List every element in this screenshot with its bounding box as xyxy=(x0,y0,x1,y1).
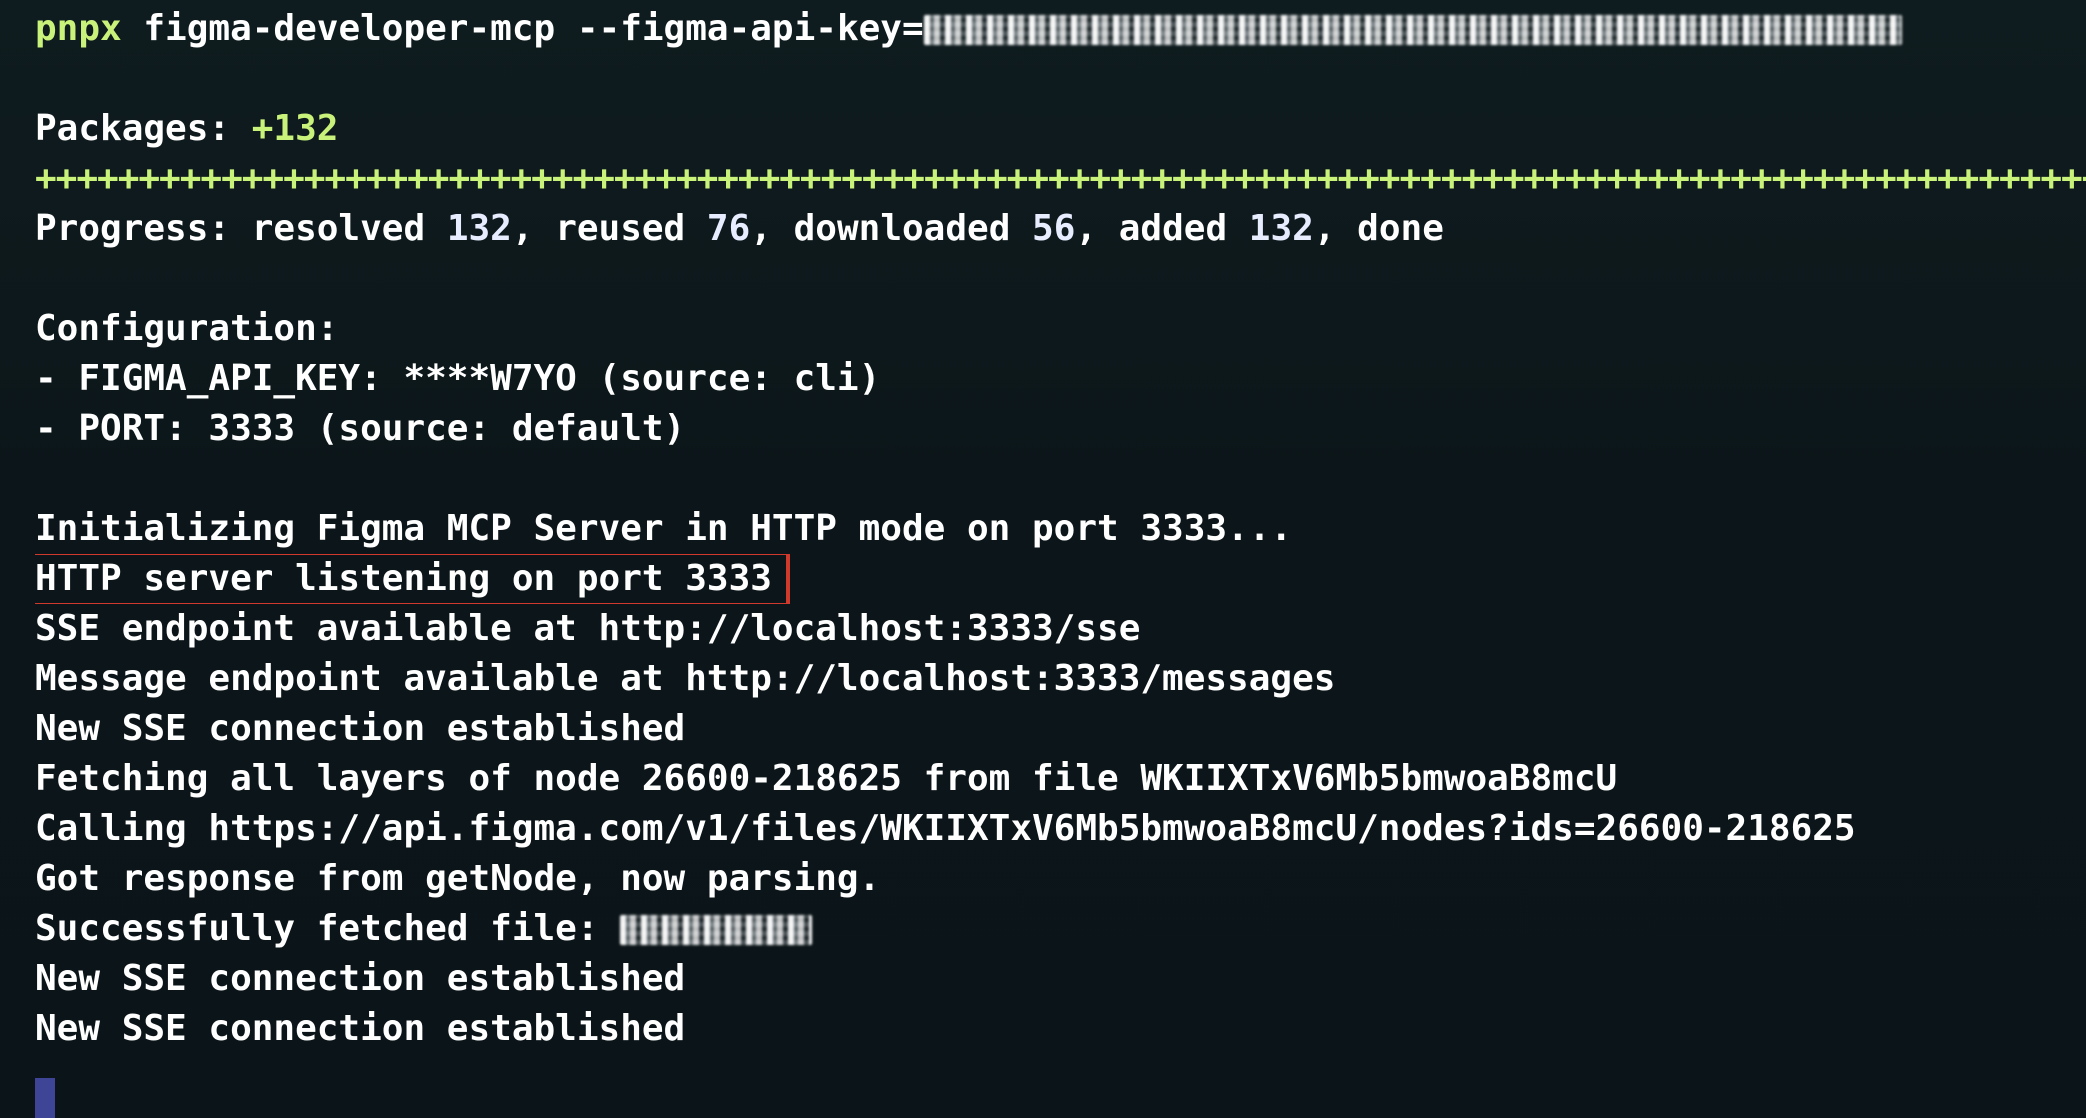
command-line: pnpx figma-developer-mcp --figma-api-key… xyxy=(35,4,2086,54)
log-sse-connection: New SSE connection established xyxy=(35,1008,686,1049)
command-prefix: pnpx xyxy=(35,8,122,49)
redacted-api-key xyxy=(923,15,1902,45)
configuration-heading: Configuration: xyxy=(35,308,339,349)
progress-downloaded: 56 xyxy=(1032,208,1076,249)
packages-line: Packages: +132 xyxy=(35,104,2086,154)
progress-label: Progress: resolved xyxy=(35,208,447,249)
terminal-cursor[interactable] xyxy=(35,1078,55,1118)
install-progress-bar: ++++++++++++++++++++++++++++++++++++++++… xyxy=(35,158,2086,199)
log-sse-connection: New SSE connection established xyxy=(35,708,686,749)
log-got-response: Got response from getNode, now parsing. xyxy=(35,858,881,899)
log-sse-endpoint: SSE endpoint available at http://localho… xyxy=(35,608,1141,649)
progress-resolved: 132 xyxy=(446,208,512,249)
command-text: figma-developer-mcp --figma-api-key= xyxy=(121,8,924,49)
progress-added: 132 xyxy=(1248,208,1314,249)
log-fetching: Fetching all layers of node 26600-218625… xyxy=(35,758,1618,799)
packages-count: +132 xyxy=(251,108,339,149)
success-label: Successfully fetched file: xyxy=(35,908,621,949)
highlighted-http-listening: HTTP server listening on port 3333 xyxy=(35,554,790,604)
redacted-file-name xyxy=(620,915,813,945)
progress-reused-label: , reused xyxy=(511,208,707,249)
log-http-listening-line: HTTP server listening on port 3333 xyxy=(35,554,2086,604)
log-message-endpoint: Message endpoint available at http://loc… xyxy=(35,658,1336,699)
terminal-window[interactable]: pnpx figma-developer-mcp --figma-api-key… xyxy=(0,0,2086,1118)
progress-added-label: , added xyxy=(1075,208,1249,249)
config-api-key: - FIGMA_API_KEY: ****W7YO (source: cli) xyxy=(35,358,881,399)
progress-downloaded-label: , downloaded xyxy=(750,208,1033,249)
log-success: Successfully fetched file: xyxy=(35,904,2086,954)
progress-line: Progress: resolved 132, reused 76, downl… xyxy=(35,204,2086,254)
log-calling-api: Calling https://api.figma.com/v1/files/W… xyxy=(35,808,1856,849)
progress-done-label: , done xyxy=(1313,208,1444,249)
packages-label: Packages: xyxy=(35,108,252,149)
config-port: - PORT: 3333 (source: default) xyxy=(35,408,686,449)
progress-reused: 76 xyxy=(706,208,751,249)
log-sse-connection: New SSE connection established xyxy=(35,958,686,999)
log-initializing: Initializing Figma MCP Server in HTTP mo… xyxy=(35,508,1293,549)
